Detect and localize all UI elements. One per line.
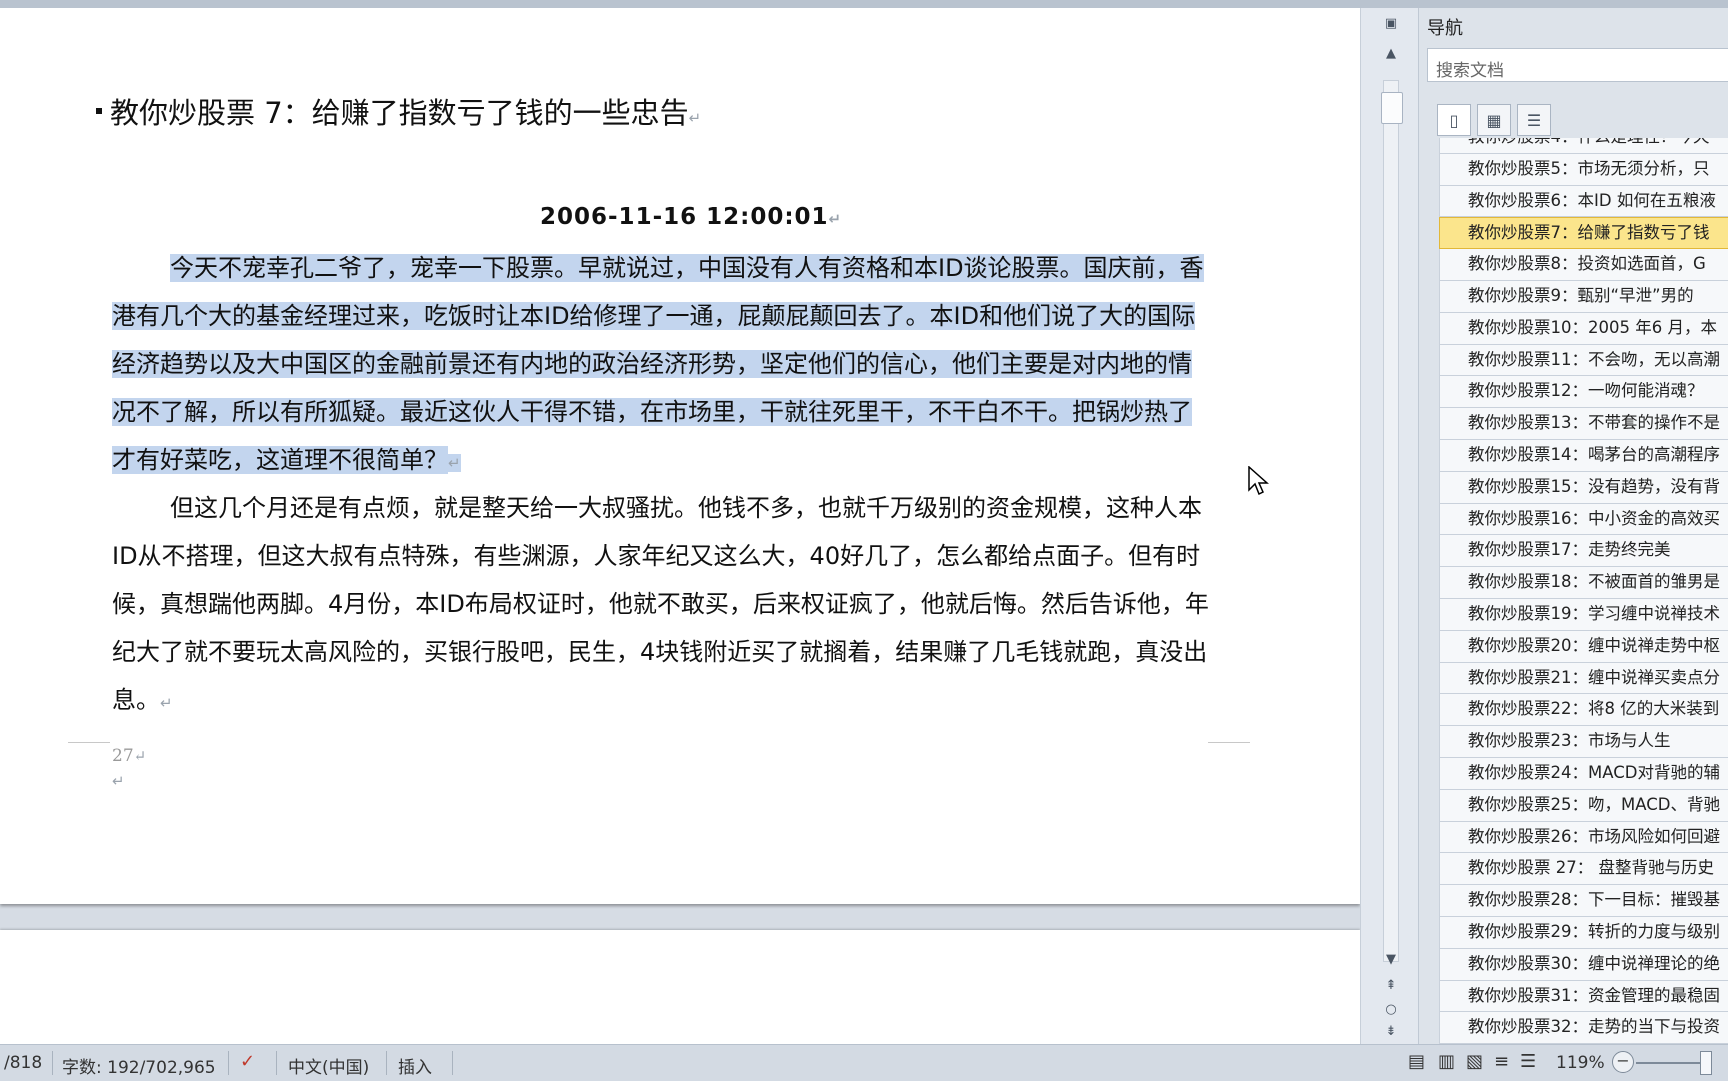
footer-corner-mark-right bbox=[1208, 742, 1250, 743]
page-number-text: 27 bbox=[112, 746, 134, 766]
vertical-scrollbar[interactable]: ▣ ▲ ▼ ⇞ ○ ⇟ bbox=[1360, 8, 1419, 1044]
page-number: 27↵ bbox=[112, 746, 146, 766]
nav-heading-item[interactable]: 教你炒股票4：什么是理性？今天 bbox=[1439, 138, 1728, 154]
next-page[interactable] bbox=[0, 930, 1360, 1044]
paragraph-selected[interactable]: 今天不宠幸孔二爷了，宠幸一下股票。早就说过，中国没有人有资格和本ID谈论股票。国… bbox=[112, 244, 1212, 487]
nav-heading-item-selected[interactable]: 教你炒股票7：给赚了指数亏了钱 bbox=[1439, 217, 1728, 250]
word-count[interactable]: 字数: 192/702,965 bbox=[62, 1053, 216, 1078]
nav-heading-item[interactable]: 教你炒股票20：缠中说禅走势中枢 bbox=[1439, 630, 1728, 663]
nav-heading-item[interactable]: 教你炒股票19：学习缠中说禅技术 bbox=[1439, 598, 1728, 631]
nav-heading-item[interactable]: 教你炒股票25：吻，MACD、背驰 bbox=[1439, 789, 1728, 822]
full-screen-reading-icon[interactable]: ▥ bbox=[1438, 1051, 1455, 1072]
proofing-icon[interactable]: ✓ bbox=[240, 1051, 255, 1072]
zoom-slider[interactable] bbox=[1636, 1062, 1706, 1064]
zoom-out-icon[interactable]: − bbox=[1612, 1051, 1634, 1073]
nav-title: 导航 bbox=[1427, 18, 1463, 39]
nav-heading-item[interactable]: 教你炒股票 27： 盘整背驰与历史 bbox=[1439, 853, 1728, 886]
document-area[interactable]: 教你炒股票 7：给赚了指数亏了钱的一些忠告↵ 2006-11-16 12:00:… bbox=[0, 8, 1360, 1044]
separator bbox=[386, 1051, 387, 1075]
nav-heading-item[interactable]: 教你炒股票18：不被面首的雏男是 bbox=[1439, 567, 1728, 599]
nav-heading-item[interactable]: 教你炒股票14：喝茅台的高潮程序 bbox=[1439, 439, 1728, 472]
date-text: 2006-11-16 12:00:01 bbox=[540, 204, 829, 230]
mouse-pointer-icon bbox=[1248, 466, 1269, 496]
language-indicator[interactable]: 中文(中国) bbox=[288, 1053, 369, 1078]
paragraph-text: 但这几个月还是有点烦，就是整天给一大叔骚扰。他钱不多，也就千万级别的资金规模，这… bbox=[112, 494, 1209, 714]
paragraph-mark: ↵ bbox=[133, 747, 147, 765]
nav-heading-item[interactable]: 教你炒股票11：不会吻，无以高潮 bbox=[1439, 344, 1728, 377]
browse-object-icon[interactable]: ○ bbox=[1383, 1002, 1399, 1017]
outline-view-icon[interactable]: ≡ bbox=[1494, 1051, 1509, 1072]
previous-page-icon[interactable]: ⇞ bbox=[1383, 978, 1399, 993]
paragraph-mark: ↵ bbox=[688, 109, 702, 127]
separator bbox=[452, 1051, 453, 1075]
heading-list: 教你炒股票4：什么是理性？今天教你炒股票5：市场无须分析，只教你炒股票6：本ID… bbox=[1439, 138, 1728, 1044]
nav-heading-item[interactable]: 教你炒股票24：MACD对背驰的辅 bbox=[1439, 757, 1728, 790]
nav-heading-item[interactable]: 教你炒股票17：走势终完美 bbox=[1439, 535, 1728, 568]
nav-heading-item[interactable]: 教你炒股票8：投资如选面首，G bbox=[1439, 249, 1728, 281]
results-icon[interactable]: ☰ bbox=[1517, 104, 1551, 136]
post-date[interactable]: 2006-11-16 12:00:01↵ bbox=[540, 204, 842, 230]
paragraph-mark: ↵ bbox=[448, 454, 461, 472]
nav-heading-item[interactable]: 教你炒股票29：转折的力度与级别 bbox=[1439, 916, 1728, 949]
separator bbox=[276, 1051, 277, 1075]
nav-heading-item[interactable]: 教你炒股票32：走势的当下与投资 bbox=[1439, 1012, 1728, 1044]
paragraph-2[interactable]: 但这几个月还是有点烦，就是整天给一大叔骚扰。他钱不多，也就千万级别的资金规模，这… bbox=[112, 484, 1212, 727]
scroll-thumb[interactable] bbox=[1381, 92, 1403, 124]
separator bbox=[52, 1051, 53, 1075]
nav-heading-item[interactable]: 教你炒股票16：中小资金的高效买 bbox=[1439, 503, 1728, 536]
zoom-level[interactable]: 119% bbox=[1556, 1053, 1605, 1073]
paragraph-mark: ↵ bbox=[828, 210, 843, 228]
paragraph-mark: ↵ bbox=[112, 772, 125, 790]
selected-text: 今天不宠幸孔二爷了，宠幸一下股票。早就说过，中国没有人有资格和本ID谈论股票。国… bbox=[112, 254, 1204, 474]
nav-heading-item[interactable]: 教你炒股票30：缠中说禅理论的绝 bbox=[1439, 948, 1728, 981]
nav-heading-item[interactable]: 教你炒股票23：市场与人生 bbox=[1439, 726, 1728, 758]
print-layout-view-icon[interactable]: ▤ bbox=[1408, 1051, 1425, 1072]
draft-view-icon[interactable]: ☰ bbox=[1520, 1051, 1536, 1072]
nav-heading-item[interactable]: 教你炒股票9：甄别“早泄”男的 bbox=[1439, 280, 1728, 313]
nav-heading-item[interactable]: 教你炒股票22：将8 亿的大米装到 bbox=[1439, 694, 1728, 727]
separator bbox=[228, 1051, 229, 1075]
headings-icon[interactable]: ▯ bbox=[1437, 104, 1471, 136]
next-page-icon[interactable]: ⇟ bbox=[1383, 1024, 1399, 1039]
nav-heading-item[interactable]: 教你炒股票5：市场无须分析，只 bbox=[1439, 153, 1728, 186]
zoom-slider-thumb[interactable] bbox=[1700, 1051, 1712, 1075]
window-top-border bbox=[0, 0, 1728, 8]
nav-heading-item[interactable]: 教你炒股票12：一吻何能消魂？ bbox=[1439, 376, 1728, 409]
page-indicator[interactable]: /818 bbox=[4, 1053, 42, 1073]
nav-search-input[interactable]: 搜索文档 bbox=[1427, 48, 1728, 82]
nav-heading-item[interactable]: 教你炒股票6：本ID 如何在五粮液 bbox=[1439, 185, 1728, 218]
page-heading[interactable]: 教你炒股票 7：给赚了指数亏了钱的一些忠告↵ bbox=[96, 90, 701, 132]
scroll-up-arrow-icon[interactable]: ▲ bbox=[1383, 46, 1399, 61]
nav-heading-item[interactable]: 教你炒股票15：没有趋势，没有背 bbox=[1439, 471, 1728, 504]
nav-heading-item[interactable]: 教你炒股票31：资金管理的最稳固 bbox=[1439, 980, 1728, 1013]
scroll-down-arrow-icon[interactable]: ▼ bbox=[1383, 952, 1399, 967]
nav-heading-item[interactable]: 教你炒股票21：缠中说禅买卖点分 bbox=[1439, 662, 1728, 695]
ruler-toggle-icon[interactable]: ▣ bbox=[1383, 16, 1399, 31]
paragraph-mark: ↵ bbox=[160, 694, 173, 712]
nav-heading-item[interactable]: 教你炒股票13：不带套的操作不是 bbox=[1439, 408, 1728, 440]
scroll-track[interactable] bbox=[1383, 80, 1399, 962]
nav-tabs: ▯ ▦ ☰ bbox=[1437, 104, 1551, 138]
nav-heading-item[interactable]: 教你炒股票28：下一目标：摧毁基 bbox=[1439, 885, 1728, 917]
heading-text: 教你炒股票 7：给赚了指数亏了钱的一些忠告 bbox=[110, 96, 689, 130]
heading-bullet bbox=[96, 108, 102, 114]
pages-icon[interactable]: ▦ bbox=[1477, 104, 1511, 136]
web-layout-icon[interactable]: ▧ bbox=[1466, 1051, 1483, 1072]
document-page[interactable]: 教你炒股票 7：给赚了指数亏了钱的一些忠告↵ 2006-11-16 12:00:… bbox=[0, 8, 1360, 904]
navigation-pane[interactable]: 导航 搜索文档 ▯ ▦ ☰ 教你炒股票4：什么是理性？今天教你炒股票5：市场无须… bbox=[1418, 8, 1728, 1044]
insert-mode-indicator[interactable]: 插入 bbox=[398, 1053, 432, 1078]
nav-heading-item[interactable]: 教你炒股票26：市场风险如何回避 bbox=[1439, 821, 1728, 854]
status-bar: /818 字数: 192/702,965 ✓ 中文(中国) 插入 ▤ ▥ ▧ ≡… bbox=[0, 1044, 1728, 1081]
footer-corner-mark-left bbox=[68, 742, 110, 743]
nav-heading-item[interactable]: 教你炒股票10：2005 年6 月，本 bbox=[1439, 312, 1728, 345]
